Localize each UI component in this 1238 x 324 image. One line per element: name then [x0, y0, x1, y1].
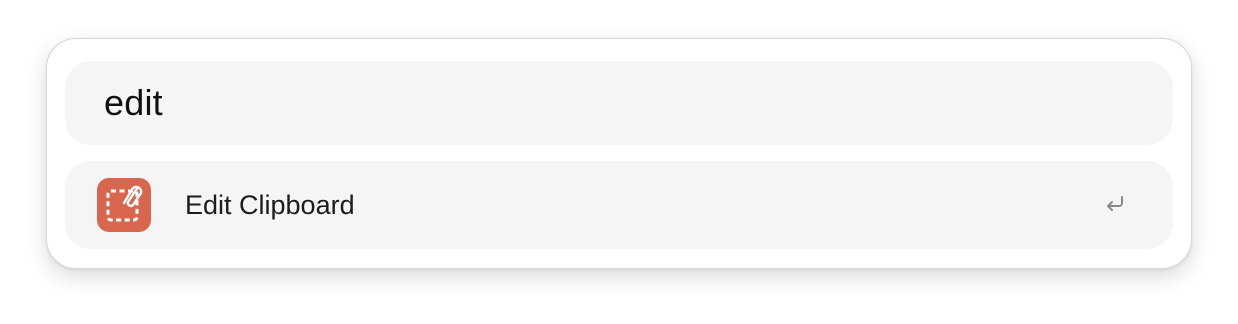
- result-label: Edit Clipboard: [185, 190, 355, 220]
- return-key-icon: [1103, 192, 1127, 216]
- launcher-panel: edit Edit Clipboard: [46, 38, 1192, 269]
- result-item-edit-clipboard[interactable]: Edit Clipboard: [65, 161, 1173, 249]
- search-input[interactable]: edit: [104, 82, 163, 124]
- search-bar[interactable]: edit: [65, 61, 1173, 145]
- clipboard-edit-icon: [97, 178, 151, 232]
